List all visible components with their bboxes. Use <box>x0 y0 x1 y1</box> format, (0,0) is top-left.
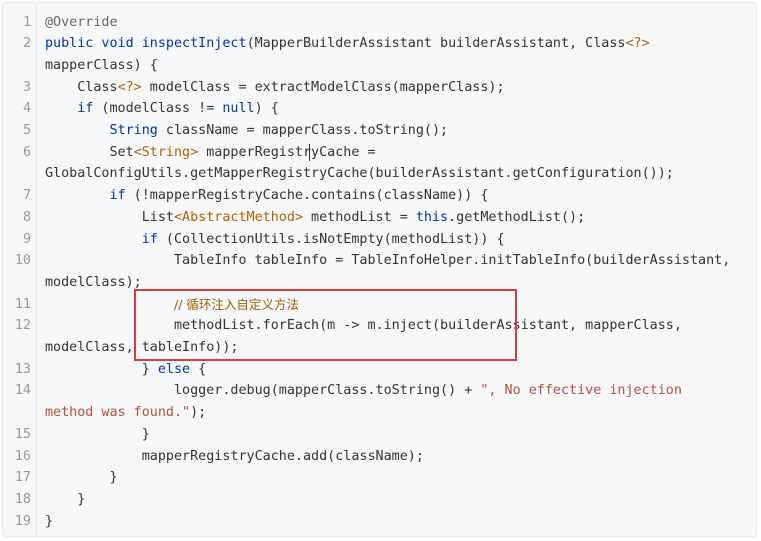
line-code: } <box>45 489 85 511</box>
line-number: 15 <box>14 426 31 442</box>
line-number: 16 <box>14 448 31 464</box>
code-token: null <box>222 101 255 117</box>
line-number: 7 <box>22 188 31 204</box>
code-token: modelClass = extractModelClass(mapperCla… <box>141 79 505 95</box>
line-code: Set<String> mapperRegistryCache = <box>45 142 376 164</box>
text-cursor <box>309 144 310 161</box>
code-token: // 循环注入自定义方法 <box>174 296 299 312</box>
line-code: // 循环注入自定义方法 <box>45 294 299 317</box>
line-code: Class<?> modelClass = extractModelClass(… <box>45 77 505 99</box>
line-code: @Override <box>45 12 118 34</box>
code-token: } <box>45 491 86 507</box>
code-token: logger.debug(mapperClass.toString() + <box>45 383 481 399</box>
line-number: 1 <box>22 14 31 30</box>
line-code: methodList.forEach(m -> m.inject(builder… <box>45 315 682 337</box>
line-number: 14 <box>14 383 31 399</box>
code-token: ); <box>190 405 207 421</box>
code-token: mapperClass) { <box>45 57 158 73</box>
code-token: ) { <box>254 101 279 117</box>
line-number: 11 <box>14 296 31 312</box>
line-code: mapperRegistryCache.add(className); <box>45 446 424 468</box>
line-code: TableInfo tableInfo = TableInfoHelper.in… <box>45 250 730 272</box>
line-code: modelClass, tableInfo)); <box>45 337 238 359</box>
code-token: (CollectionUtils.isNotEmpty(methodList))… <box>157 231 505 247</box>
code-token: mapperRegistryCache = <box>198 144 376 160</box>
line-code: logger.debug(mapperClass.toString() + ",… <box>45 380 682 402</box>
line-code: mapperClass) { <box>45 55 158 77</box>
line-number: 4 <box>22 101 31 117</box>
line-number: 9 <box>22 231 31 247</box>
code-token: else <box>157 361 191 377</box>
code-token: <String> <box>133 144 199 160</box>
code-token: { <box>190 361 207 377</box>
code-token: String <box>109 123 158 138</box>
line-code: modelClass); <box>45 272 142 294</box>
line-code: } <box>45 467 118 489</box>
line-number: 10 <box>14 253 31 269</box>
code-token: method was found." <box>45 405 191 421</box>
code-token: @Override <box>45 14 118 30</box>
line-number: 18 <box>14 491 31 507</box>
line-number: 5 <box>22 123 31 138</box>
code-block: 1 @Override 2 public void inspectInject(Map… <box>2 2 757 537</box>
code-token: } <box>45 361 158 377</box>
code-token: ", No effective injection <box>480 383 682 399</box>
code-token: <AbstractMethod> <box>174 209 303 225</box>
code-token: } <box>45 513 54 529</box>
code-token: public void <box>45 36 142 52</box>
line-code: method was found."); <box>45 402 206 424</box>
code-token: <?> <box>625 36 650 52</box>
code-token: if <box>109 188 126 204</box>
code-token: } <box>45 426 150 442</box>
line-code: } else { <box>45 359 207 381</box>
line-code: if (modelClass != null) { <box>45 98 279 120</box>
line-code: if (!mapperRegistryCache.contains(classN… <box>45 185 489 207</box>
gutter-separator <box>36 3 37 536</box>
line-code: if (CollectionUtils.isNotEmpty(methodLis… <box>45 229 505 251</box>
line-code: String className = mapperClass.toString(… <box>45 120 449 142</box>
code-token: this <box>415 209 449 225</box>
line-number: 8 <box>22 209 31 225</box>
line-number: 17 <box>14 470 31 486</box>
code-token: Set <box>45 144 134 160</box>
line-number: 3 <box>22 79 31 95</box>
line-number: 6 <box>22 144 31 160</box>
code-token: List <box>45 209 174 225</box>
code-token: methodList.forEach(m -> m.inject(builder… <box>45 318 682 334</box>
line-number: 12 <box>14 318 31 334</box>
code-token: modelClass, tableInfo)); <box>45 340 239 355</box>
code-token: modelClass); <box>45 274 142 290</box>
line-code: List<AbstractMethod> methodList = this.g… <box>45 207 585 229</box>
line-number: 2 <box>22 36 31 52</box>
line-code: } <box>45 511 53 533</box>
line-number: 19 <box>14 513 31 529</box>
line-code: GlobalConfigUtils.getMapperRegistryCache… <box>45 163 674 185</box>
code-token: (!mapperRegistryCache.contains(className… <box>125 188 489 204</box>
code-token: className = mapperClass.toString(); <box>157 123 449 138</box>
code-token: Class <box>45 79 118 95</box>
code-token: if <box>77 101 94 117</box>
code-token: .getMethodList(); <box>448 209 586 225</box>
code-token: (MapperBuilderAssistant builderAssistant… <box>246 36 626 52</box>
code-token: methodList = <box>303 209 416 225</box>
line-number: 13 <box>14 361 31 377</box>
code-token: } <box>45 470 118 486</box>
code-token: inspectInject <box>141 36 247 52</box>
code-token: TableInfo tableInfo = TableInfoHelper.in… <box>45 253 731 269</box>
line-code: } <box>45 424 150 446</box>
code-token: if <box>141 231 158 247</box>
code-token: mapperRegistryCache.add(className); <box>45 448 424 464</box>
code-token: <?> <box>117 79 142 95</box>
line-code: public void inspectInject(MapperBuilderA… <box>45 33 650 55</box>
code-token: GlobalConfigUtils.getMapperRegistryCache… <box>45 166 674 182</box>
code-token: (modelClass != <box>93 101 223 117</box>
